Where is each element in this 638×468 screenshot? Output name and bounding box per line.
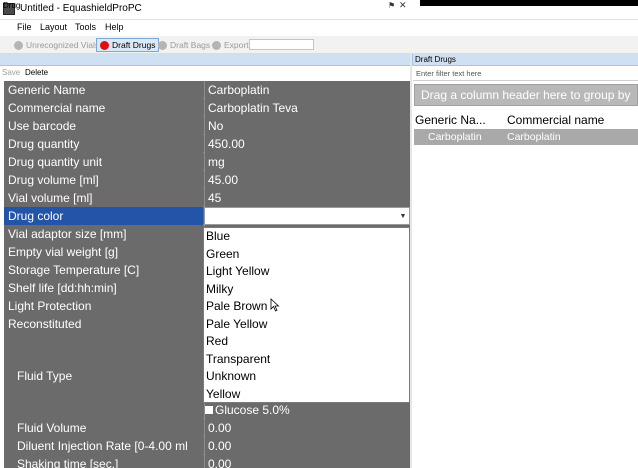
property-label: Vial volume [ml] bbox=[4, 189, 203, 207]
column-header-commercial-name[interactable]: Commercial name bbox=[507, 113, 604, 127]
menu-bar: File Layout Tools Help bbox=[0, 20, 638, 36]
property-label: Drug quantity bbox=[4, 135, 203, 153]
color-option-green[interactable]: Green bbox=[206, 246, 239, 264]
property-value[interactable]: 450.00 bbox=[204, 135, 410, 153]
drug-color-combobox[interactable] bbox=[204, 207, 410, 225]
save-button[interactable]: Save bbox=[2, 68, 20, 77]
property-value[interactable]: No bbox=[204, 117, 410, 135]
property-row-use-barcode[interactable]: Use barcode No bbox=[4, 117, 410, 135]
property-row-drug-quantity-unit[interactable]: Drug quantity unit mg bbox=[4, 153, 410, 171]
property-value[interactable]: Carboplatin bbox=[204, 81, 410, 99]
property-label: Generic Name bbox=[4, 81, 203, 99]
drug-color-dropdown-list: Blue Green Light Yellow Milky Pale Brown… bbox=[203, 227, 410, 403]
property-value[interactable]: 0.00 bbox=[204, 437, 410, 455]
property-label: Fluid Volume bbox=[4, 419, 203, 437]
menu-tools[interactable]: Tools bbox=[75, 22, 96, 32]
property-row-fluid-volume[interactable]: Fluid Volume 0.00 bbox=[4, 419, 410, 437]
draft-bags-button[interactable]: Draft Bags bbox=[158, 38, 210, 52]
color-option-yellow[interactable]: Yellow bbox=[206, 386, 240, 404]
window-title: Untitled - EquashieldProPC bbox=[20, 3, 142, 14]
color-option-unknown[interactable]: Unknown bbox=[206, 368, 256, 386]
color-option-pale-yellow[interactable]: Pale Yellow bbox=[206, 316, 267, 334]
close-icon[interactable]: ✕ bbox=[399, 0, 407, 11]
menu-help[interactable]: Help bbox=[105, 22, 124, 32]
dropdown-arrow-icon[interactable]: ▼ bbox=[397, 210, 409, 224]
property-value[interactable]: 0.00 bbox=[204, 419, 410, 437]
property-label: Shelf life [dd:hh:min] bbox=[4, 279, 203, 297]
fluid-type-option-glucose[interactable]: Glucose 5.0% bbox=[203, 403, 410, 418]
unrecognized-vials-button[interactable]: Unrecognized Vials bbox=[14, 38, 99, 52]
property-row-drug-volume[interactable]: Drug volume [ml] 45.00 bbox=[4, 171, 410, 189]
pane-splitter[interactable] bbox=[410, 54, 412, 468]
property-row-vial-volume[interactable]: Vial volume [ml] 45 bbox=[4, 189, 410, 207]
property-row-drug-color[interactable]: Drug color bbox=[4, 207, 410, 225]
checkbox-icon[interactable] bbox=[205, 406, 213, 414]
draft-drugs-icon bbox=[100, 40, 109, 50]
property-label: Drug quantity unit bbox=[4, 153, 203, 171]
color-option-transparent[interactable]: Transparent bbox=[206, 351, 270, 369]
property-value[interactable]: Carboplatin Teva bbox=[204, 99, 410, 117]
property-label: Empty vial weight [g] bbox=[4, 243, 203, 261]
property-value[interactable]: mg bbox=[204, 153, 410, 171]
menu-file[interactable]: File bbox=[17, 22, 32, 32]
drug-pane-title: Drug bbox=[3, 1, 21, 10]
export-progress-field bbox=[249, 39, 314, 50]
color-option-light-yellow[interactable]: Light Yellow bbox=[206, 263, 269, 281]
color-option-red[interactable]: Red bbox=[206, 333, 228, 351]
color-option-milky[interactable]: Milky bbox=[206, 281, 233, 299]
filter-input[interactable] bbox=[413, 67, 638, 81]
draft-bags-icon bbox=[158, 40, 167, 50]
property-label: Drug color bbox=[4, 207, 203, 225]
property-row-diluent-injection-rate[interactable]: Diluent Injection Rate [0-4.00 ml 0.00 bbox=[4, 437, 410, 455]
property-label: Shaking time [sec.] bbox=[4, 455, 203, 468]
property-label: Light Protection bbox=[4, 297, 203, 315]
color-option-blue[interactable]: Blue bbox=[206, 228, 230, 246]
draft-drugs-button[interactable]: Draft Drugs bbox=[96, 38, 160, 52]
export-button[interactable]: Export bbox=[212, 38, 249, 52]
property-label: Vial adaptor size [mm] bbox=[4, 225, 203, 243]
pin-icon[interactable]: ⚑ bbox=[388, 1, 395, 10]
delete-button[interactable]: Delete bbox=[25, 68, 48, 77]
mouse-cursor-icon bbox=[270, 298, 280, 312]
column-header-generic-name[interactable]: Generic Na... bbox=[415, 113, 486, 127]
menu-layout[interactable]: Layout bbox=[40, 22, 67, 32]
property-label: Storage Temperature [C] bbox=[4, 261, 203, 279]
property-value[interactable]: 45 bbox=[204, 189, 410, 207]
property-row-drug-quantity[interactable]: Drug quantity 450.00 bbox=[4, 135, 410, 153]
property-row-generic-name[interactable]: Generic Name Carboplatin bbox=[4, 81, 410, 99]
property-label: Diluent Injection Rate [0-4.00 ml bbox=[4, 437, 203, 455]
table-cell-generic-name[interactable]: Carboplatin bbox=[428, 131, 482, 143]
property-label: Drug volume [ml] bbox=[4, 171, 203, 189]
property-label: Reconstituted bbox=[4, 315, 203, 333]
group-by-hint: Drag a column header here to group by bbox=[421, 88, 631, 102]
property-label: Use barcode bbox=[4, 117, 203, 135]
property-row-commercial-name[interactable]: Commercial name Carboplatin Teva bbox=[4, 99, 410, 117]
table-cell-commercial-name[interactable]: Carboplatin bbox=[507, 131, 561, 143]
unrecognized-vials-icon bbox=[14, 40, 23, 50]
toolbar: Unrecognized Vials Draft Drugs Draft Bag… bbox=[0, 36, 638, 54]
drug-pane-header bbox=[0, 54, 410, 66]
property-row-shaking-time[interactable]: Shaking time [sec.] 0.00 bbox=[4, 455, 410, 468]
property-label: Fluid Type bbox=[4, 333, 203, 419]
title-bar-dark-region bbox=[420, 0, 638, 6]
property-value[interactable]: 0.00 bbox=[204, 455, 410, 468]
drug-actions-bar: Save Delete bbox=[0, 66, 410, 80]
property-label: Commercial name bbox=[4, 99, 203, 117]
property-value[interactable]: 45.00 bbox=[204, 171, 410, 189]
export-icon bbox=[212, 40, 221, 50]
color-option-pale-brown[interactable]: Pale Brown bbox=[206, 298, 267, 316]
draft-drugs-pane-title: Draft Drugs bbox=[415, 55, 456, 64]
